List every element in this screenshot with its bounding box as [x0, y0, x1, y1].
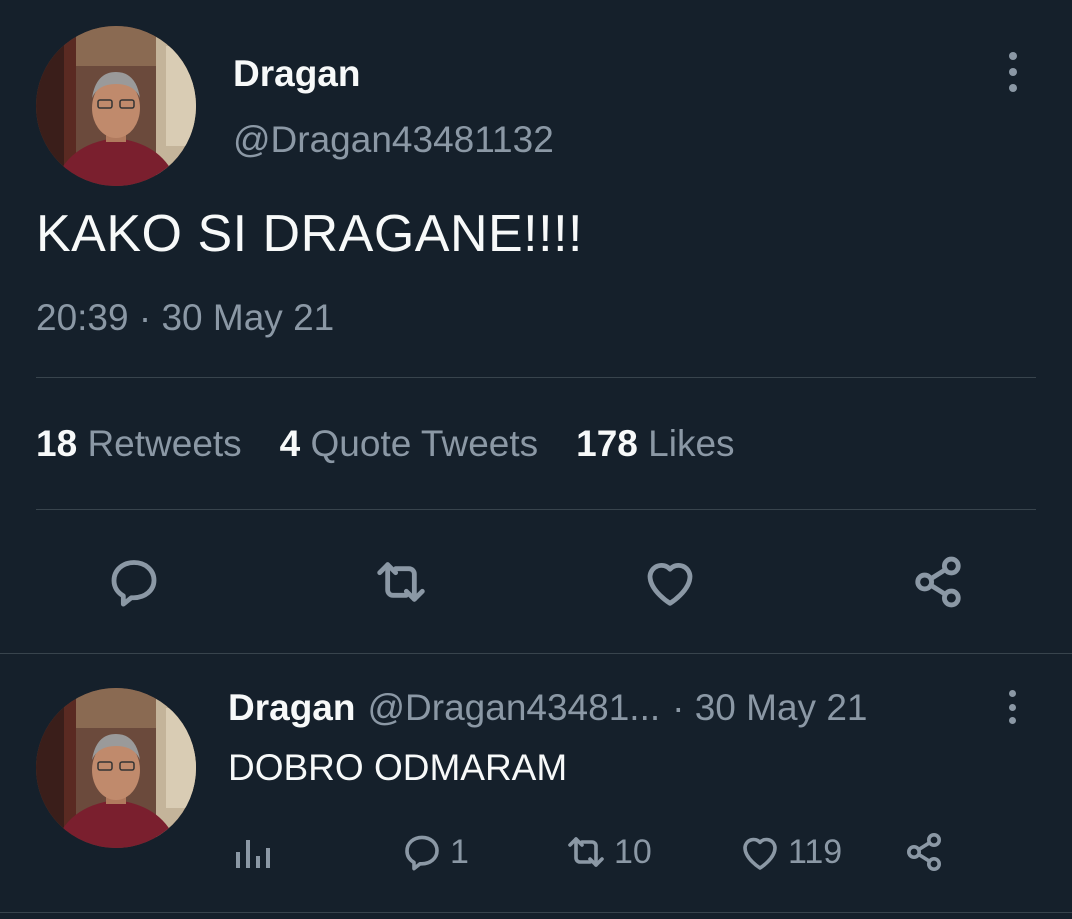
reply-author-avatar[interactable] — [36, 688, 196, 848]
divider — [0, 912, 1072, 913]
reply-like-button[interactable]: 119 — [736, 828, 842, 876]
divider — [0, 653, 1072, 654]
share-icon[interactable] — [906, 550, 970, 614]
likes-count: 178 — [576, 423, 638, 464]
reply-replies-count: 1 — [450, 832, 469, 871]
likes-stat[interactable]: 178 Likes — [576, 420, 734, 468]
retweet-icon — [568, 837, 604, 867]
more-options-icon[interactable] — [998, 52, 1028, 92]
reply-reply-button[interactable]: 1 — [398, 828, 469, 876]
tweet-text: KAKO SI DRAGANE!!!! — [36, 205, 583, 263]
reply-author-name[interactable]: Dragan — [228, 686, 355, 730]
avatar-photo-icon — [36, 688, 196, 848]
author-name[interactable]: Dragan — [233, 54, 360, 94]
reply-date[interactable]: · 30 May 21 — [672, 686, 867, 730]
quote-tweets-count: 4 — [279, 423, 301, 464]
retweet-icon[interactable] — [369, 550, 433, 614]
reply-likes-count: 119 — [788, 832, 843, 871]
quote-tweets-label: Quote Tweets — [310, 423, 539, 464]
divider — [36, 509, 1036, 510]
reply-retweet-button[interactable]: 10 — [562, 828, 652, 876]
retweets-stat[interactable]: 18 Retweets — [36, 420, 242, 468]
share-icon — [907, 833, 941, 871]
reply-analytics-button[interactable] — [228, 828, 276, 876]
reply-more-options-icon[interactable] — [1003, 690, 1021, 724]
tweet-timestamp[interactable]: 20:39 · 30 May 21 — [36, 294, 334, 342]
reply-retweets-count: 10 — [614, 832, 652, 871]
like-icon[interactable] — [638, 550, 702, 614]
retweets-count: 18 — [36, 423, 78, 464]
reply-icon[interactable] — [102, 550, 166, 614]
reply-icon — [405, 835, 439, 871]
reply-share-button[interactable] — [900, 828, 948, 876]
reply-author-handle[interactable]: @Dragan43481... — [367, 686, 660, 730]
avatar-photo-icon — [36, 26, 196, 186]
divider — [36, 377, 1036, 378]
reply-text: DOBRO ODMARAM — [228, 747, 568, 788]
likes-label: Likes — [648, 423, 735, 464]
tweet-stats: 18 Retweets 4 Quote Tweets 178 Likes — [36, 420, 735, 468]
author-handle[interactable]: @Dragan43481132 — [233, 118, 554, 162]
retweets-label: Retweets — [87, 423, 242, 464]
reply-header: Dragan @Dragan43481... · 30 May 21 — [228, 686, 868, 730]
author-avatar[interactable] — [36, 26, 196, 186]
quote-tweets-stat[interactable]: 4 Quote Tweets — [280, 420, 538, 468]
like-icon — [743, 837, 777, 870]
analytics-icon — [236, 840, 270, 868]
